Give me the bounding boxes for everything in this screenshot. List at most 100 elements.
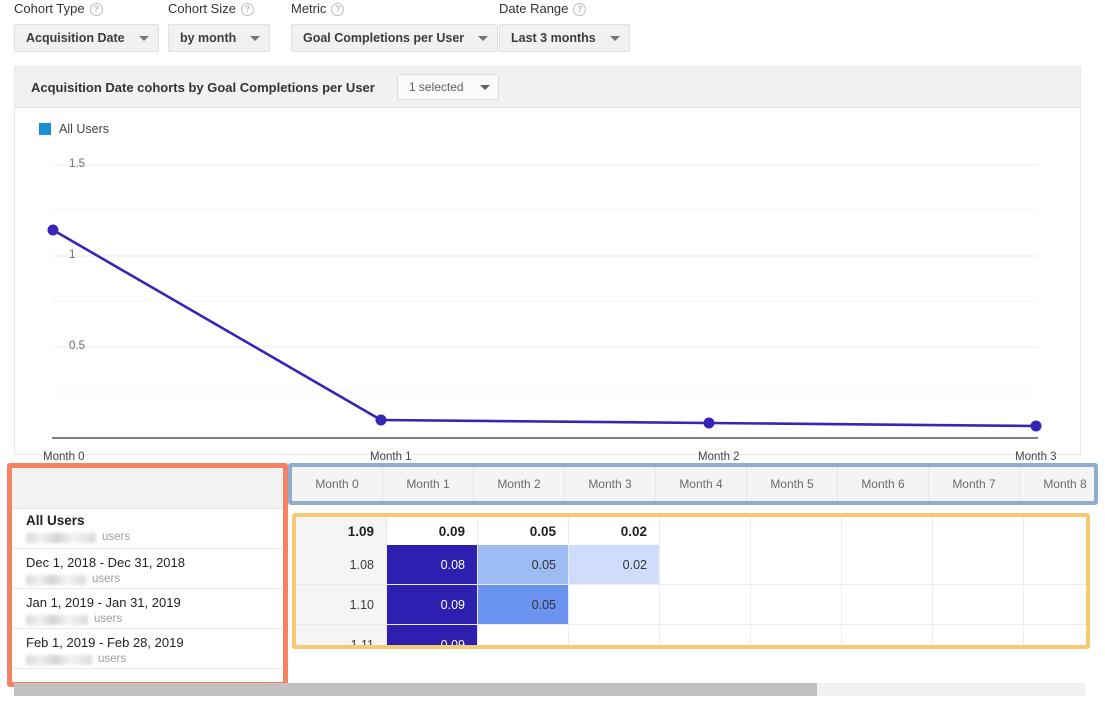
cohort-summary-row: 1.090.090.050.02 [296,517,1090,545]
date-range-label-text: Date Range [499,1,568,17]
metric-label-text: Metric [291,1,326,17]
summary-cell [660,517,751,545]
data-cell[interactable] [660,585,751,625]
chart-plot-area: 1.5 1 0.5 Month 0 Month 1 Month 2 Month … [15,148,1080,448]
data-cell[interactable]: 0.02 [569,545,660,585]
data-cell[interactable]: 0.05 [478,545,569,585]
data-cell[interactable] [1024,585,1090,625]
data-cell[interactable] [842,585,933,625]
data-cell[interactable] [933,545,1024,585]
cohort-users-count: users [26,652,283,667]
cohort-size-dropdown[interactable]: by month [168,24,270,52]
chevron-down-icon [610,36,620,41]
column-header-month-3[interactable]: Month 3 [565,467,656,501]
cohort-name-row[interactable]: Jan 1, 2019 - Jan 31, 2019 users [12,589,283,629]
control-cohort-size: Cohort Size ? by month [168,0,270,52]
metric-dropdown[interactable]: Goal Completions per User [291,24,498,52]
summary-cell [933,517,1024,545]
metric-value: Goal Completions per User [303,31,464,45]
data-cell[interactable] [751,625,842,649]
metric-label: Metric ? [291,0,498,17]
data-cell[interactable]: 0.09 [387,625,478,649]
column-header-month-4[interactable]: Month 4 [656,467,747,501]
column-header-month-2[interactable]: Month 2 [474,467,565,501]
help-icon[interactable]: ? [331,3,344,16]
data-cell[interactable] [660,545,751,585]
redacted-value-bar [26,655,92,665]
summary-cell [842,517,933,545]
data-cell[interactable] [751,545,842,585]
chart-header: Acquisition Date cohorts by Goal Complet… [15,67,1080,108]
cohort-table-region: All Users users Dec 1, 2018 - Dec 31, 20… [0,463,1105,702]
y-tick-0-5: 0.5 [69,340,85,352]
cohort-users-count: users [26,572,283,587]
help-icon[interactable]: ? [241,3,254,16]
y-tick-1-5: 1.5 [69,158,85,170]
data-cell[interactable] [660,625,751,649]
users-suffix: users [92,572,120,587]
series-selector-value: 1 selected [409,80,464,94]
redacted-value-bar [26,575,86,585]
chevron-down-icon [139,36,149,41]
control-cohort-type: Cohort Type ? Acquisition Date [14,0,159,52]
chart-title: Acquisition Date cohorts by Goal Complet… [31,80,375,95]
column-header-month-6[interactable]: Month 6 [838,467,929,501]
cohort-name-row[interactable]: Feb 1, 2019 - Feb 28, 2019 users [12,629,283,669]
cohort-size-label-text: Cohort Size [168,1,236,17]
summary-cell: 0.05 [478,517,569,545]
control-metric: Metric ? Goal Completions per User [291,0,498,52]
legend-swatch-all-users [39,123,51,135]
column-header-month-8[interactable]: Month 8 [1020,467,1098,501]
column-header-month-0[interactable]: Month 0 [292,467,383,501]
cohort-name-row-all-users[interactable]: All Users users [12,509,283,549]
line-chart-svg [15,148,1080,448]
data-cell[interactable]: 1.08 [296,545,387,585]
cohort-data-grid: 1.090.090.050.021.080.080.050.021.100.09… [292,513,1090,649]
data-cell[interactable] [751,585,842,625]
redacted-value-bar [26,615,88,625]
help-icon[interactable]: ? [90,3,103,16]
column-header-month-1[interactable]: Month 1 [383,467,474,501]
data-cell[interactable] [569,625,660,649]
data-cell[interactable] [933,585,1024,625]
cohort-size-label: Cohort Size ? [168,0,270,17]
x-tick-month-3: Month 3 [1015,451,1057,463]
data-cell[interactable]: 0.08 [387,545,478,585]
summary-cell [1024,517,1090,545]
date-range-dropdown[interactable]: Last 3 months [499,24,630,52]
data-cell[interactable]: 1.10 [296,585,387,625]
data-cell[interactable] [933,625,1024,649]
scrollbar-thumb[interactable] [14,683,817,696]
column-header-month-7[interactable]: Month 7 [929,467,1020,501]
users-suffix: users [98,652,126,667]
data-cell[interactable] [1024,545,1090,585]
cohort-name-row[interactable]: Dec 1, 2018 - Dec 31, 2018 users [12,549,283,589]
control-date-range: Date Range ? Last 3 months [499,0,630,52]
data-cell[interactable] [478,625,569,649]
help-icon[interactable]: ? [573,3,586,16]
cohort-names-header [12,468,283,509]
x-tick-month-0: Month 0 [43,451,85,463]
cohort-column-headers: Month 0Month 1Month 2Month 3Month 4Month… [288,463,1098,505]
column-header-month-5[interactable]: Month 5 [747,467,838,501]
cohort-type-dropdown[interactable]: Acquisition Date [14,24,159,52]
x-tick-month-1: Month 1 [370,451,412,463]
chart-legend: All Users [15,108,1080,136]
summary-cell [751,517,842,545]
cohort-name-label: Feb 1, 2019 - Feb 28, 2019 [26,635,283,651]
y-tick-1: 1 [69,249,75,261]
data-cell[interactable]: 0.09 [387,585,478,625]
data-cell[interactable] [842,545,933,585]
date-range-value: Last 3 months [511,31,596,45]
data-cell[interactable] [569,585,660,625]
data-cell[interactable] [842,625,933,649]
series-selector-dropdown[interactable]: 1 selected [397,74,499,100]
data-cell[interactable] [1024,625,1090,649]
data-cell[interactable]: 0.05 [478,585,569,625]
data-cell[interactable]: 1.11 [296,625,387,649]
cohort-name-label: All Users [26,513,283,529]
horizontal-scrollbar[interactable] [14,683,1085,696]
legend-label-all-users: All Users [59,122,109,136]
summary-cell: 0.09 [387,517,478,545]
chevron-down-icon [480,85,490,90]
